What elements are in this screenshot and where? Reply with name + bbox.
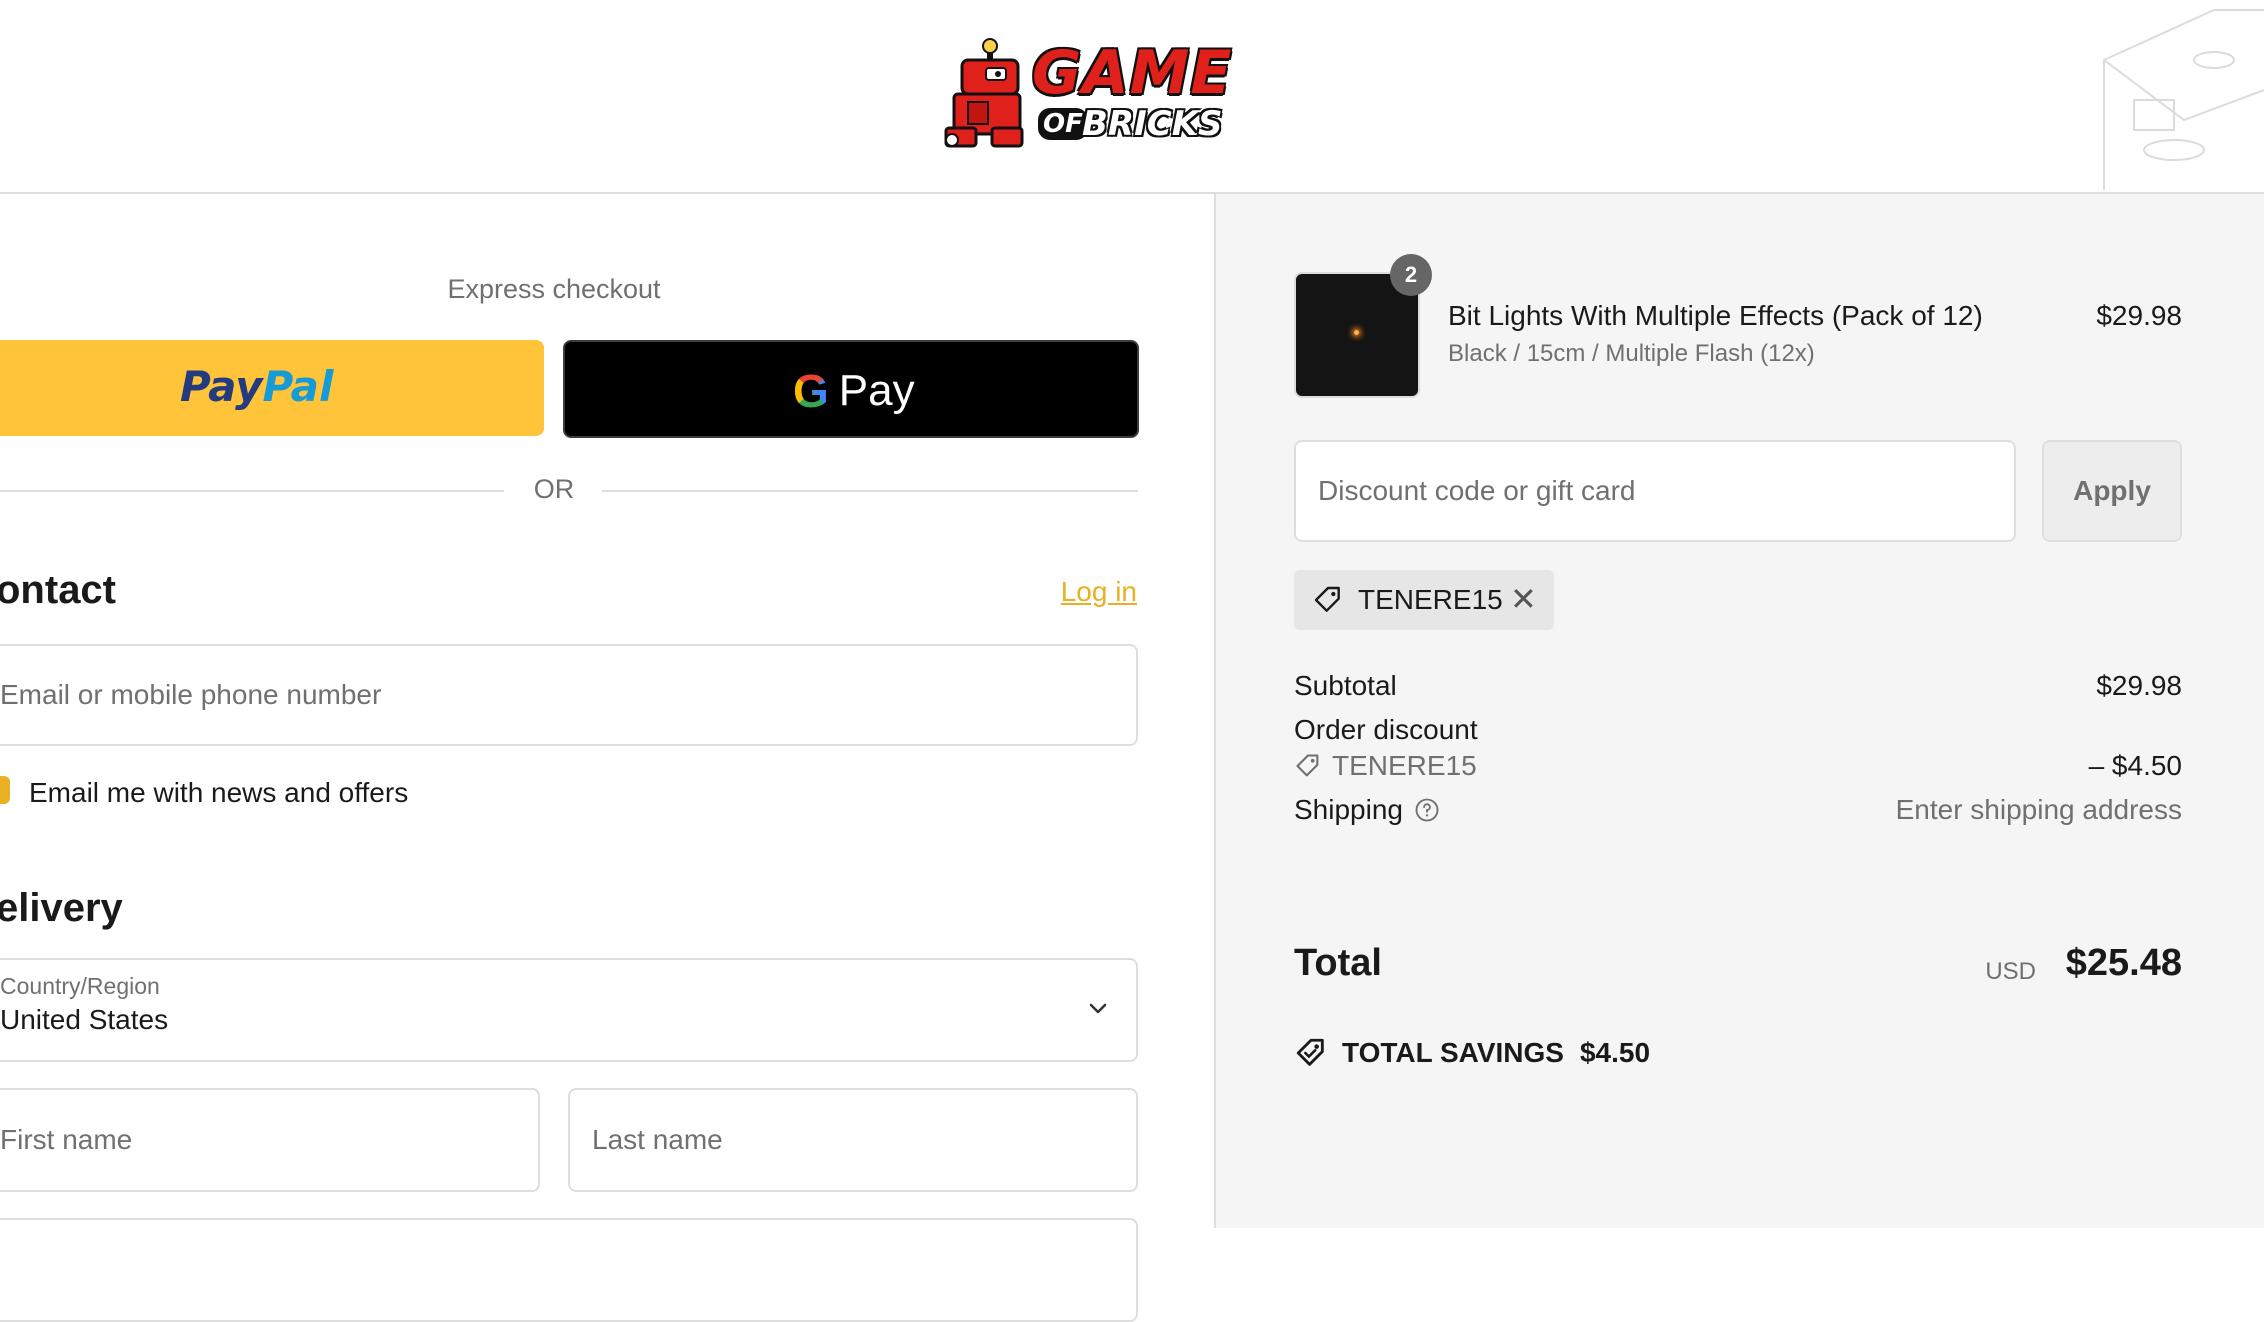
email-field[interactable] — [0, 644, 1138, 746]
logo-text-game: GAME — [1032, 38, 1233, 108]
discount-input[interactable] — [1296, 442, 2014, 540]
newsletter-checkbox[interactable] — [0, 776, 10, 804]
paypal-logo-pay: Pay — [180, 362, 263, 411]
country-value: United States — [0, 1004, 169, 1035]
product-light-dot — [1354, 330, 1359, 335]
chevron-down-icon — [1089, 1003, 1107, 1014]
decorative-line-art — [2103, 9, 2264, 190]
contact-heading: ontact — [0, 568, 116, 612]
total-label: Total — [1294, 942, 1382, 984]
applied-discount-chip: TENERE15 ✕ — [1294, 570, 1554, 630]
savings-tag-icon — [1296, 1038, 1324, 1066]
paypal-button[interactable]: PayPal — [0, 340, 544, 436]
subtotal-label: Subtotal — [1294, 670, 1397, 701]
google-pay-logo: G Pay — [793, 364, 915, 418]
login-link[interactable]: Log in — [1061, 576, 1137, 608]
tag-icon — [1296, 754, 1319, 777]
order-summary: 2 Bit Lights With Multiple Effects (Pack… — [1214, 194, 2264, 1228]
apply-button[interactable]: Apply — [2042, 440, 2182, 542]
express-checkout-title: Express checkout — [447, 274, 661, 304]
discount-field[interactable] — [1294, 440, 2016, 542]
total-savings: TOTAL SAVINGS $4.50 — [1294, 1036, 1650, 1070]
first-name-field[interactable] — [0, 1088, 540, 1192]
order-discount-code: TENERE15 — [1332, 750, 1477, 781]
robot-mascot-icon — [944, 38, 1024, 148]
delivery-heading: elivery — [0, 886, 123, 930]
google-pay-label: Pay — [838, 366, 915, 415]
last-name-input[interactable] — [570, 1090, 1136, 1190]
total-value: $25.48 — [2065, 942, 2182, 984]
total-savings-label: TOTAL SAVINGS — [1342, 1037, 1564, 1068]
divider-right — [602, 490, 1138, 492]
order-discount-value: – $4.50 — [2088, 750, 2182, 781]
help-icon[interactable] — [1413, 796, 1441, 824]
shipping-row: Shipping — [1294, 794, 1441, 826]
checkout-form: Express checkout PayPal G Pay OR ontact … — [0, 194, 1213, 1322]
paypal-logo-pal: Pal — [262, 362, 334, 411]
total-savings-value: $4.50 — [1579, 1037, 1651, 1068]
product-title: Bit Lights With Multiple Effects (Pack o… — [1448, 300, 1983, 331]
shipping-value: Enter shipping address — [1895, 794, 2182, 825]
logo-text-of: OF — [1038, 108, 1088, 140]
product-price: $29.98 — [2096, 300, 2182, 331]
order-discount-label: Order discount — [1294, 714, 1478, 745]
first-name-input[interactable] — [0, 1090, 538, 1190]
email-input[interactable] — [0, 646, 1136, 744]
address-field[interactable] — [0, 1218, 1138, 1322]
google-pay-button[interactable]: G Pay — [563, 340, 1139, 438]
quantity-badge: 2 — [1390, 254, 1432, 296]
remove-discount-icon[interactable]: ✕ — [1510, 580, 1537, 618]
store-logo[interactable]: GAME OF BRICKS — [940, 36, 1231, 152]
subtotal-value: $29.98 — [2096, 670, 2182, 701]
shipping-label: Shipping — [1294, 794, 1403, 825]
country-select[interactable]: Country/Region United States — [0, 958, 1138, 1062]
applied-discount-code: TENERE15 — [1358, 584, 1503, 615]
logo-text-bricks: BRICKS — [1082, 104, 1223, 144]
country-label: Country/Region — [0, 973, 160, 999]
order-discount-code-row: TENERE15 — [1294, 750, 1477, 782]
site-header: GAME OF BRICKS — [0, 0, 2264, 194]
newsletter-label: Email me with news and offers — [29, 777, 409, 808]
last-name-field[interactable] — [568, 1088, 1138, 1192]
tag-icon — [1314, 586, 1340, 612]
product-variant: Black / 15cm / Multiple Flash (12x) — [1448, 340, 1815, 367]
google-g-icon: G — [793, 365, 829, 417]
total-currency: USD — [1985, 958, 2036, 985]
paypal-logo: PayPal — [180, 362, 333, 411]
